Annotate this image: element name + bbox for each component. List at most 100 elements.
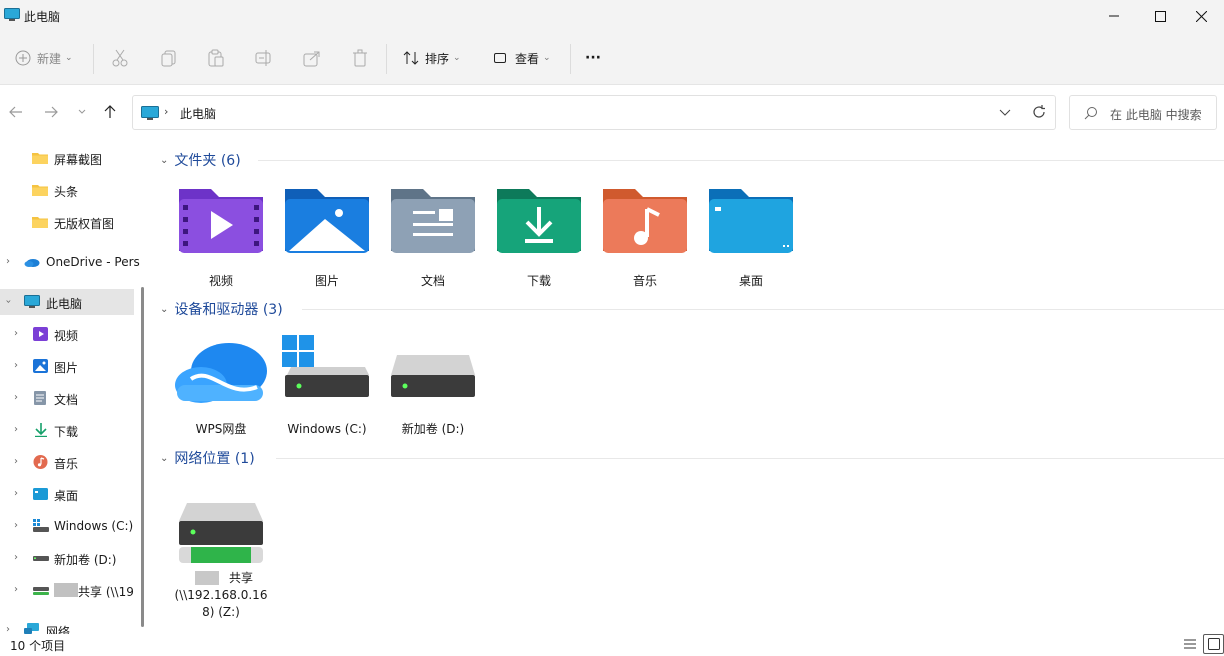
drive-tile-wps-cloud[interactable]: WPS网盘 xyxy=(171,335,271,439)
chevron-down-icon: ⌄ xyxy=(543,53,551,63)
share-button[interactable] xyxy=(303,46,321,70)
navigation-row: › 此电脑 在 此电脑 中搜索 xyxy=(0,85,1224,139)
plus-circle-icon xyxy=(15,50,31,66)
tile-label: WPS网盘 xyxy=(195,422,247,436)
chevron-right-icon[interactable]: › xyxy=(14,360,18,371)
forward-button[interactable] xyxy=(41,102,61,122)
chevron-right-icon[interactable]: › xyxy=(14,520,18,531)
network-icon xyxy=(24,623,39,634)
sidebar-item-free-images[interactable]: 无版权首图 xyxy=(0,209,134,235)
chevron-right-icon[interactable]: › xyxy=(14,488,18,499)
search-box[interactable]: 在 此电脑 中搜索 xyxy=(1069,95,1217,130)
arrow-right-icon xyxy=(45,106,58,118)
chevron-down-icon: ⌄ xyxy=(453,53,461,63)
section-header-drives[interactable]: ⌄ 设备和驱动器 (3) xyxy=(160,298,283,320)
more-options-button[interactable]: ··· xyxy=(585,46,601,70)
chevron-right-icon[interactable]: › xyxy=(14,424,18,435)
chevron-right-icon[interactable]: › xyxy=(14,584,18,595)
up-button[interactable] xyxy=(100,102,120,122)
cut-button[interactable] xyxy=(111,46,129,70)
sidebar-item-music[interactable]: › 音乐 xyxy=(0,449,134,475)
onedrive-cloud-icon xyxy=(24,259,40,267)
chevron-right-icon[interactable]: › xyxy=(14,392,18,403)
folder-tile-downloads[interactable]: 下载 xyxy=(489,185,589,295)
back-button[interactable] xyxy=(6,102,26,122)
windows-drive-icon xyxy=(33,519,49,532)
section-header-network[interactable]: ⌄ 网络位置 (1) xyxy=(160,447,255,469)
folder-icon xyxy=(32,153,48,164)
sidebar-item-network-share[interactable]: › 共享 (\\19 xyxy=(0,577,134,603)
network-drive-icon xyxy=(33,587,49,595)
drive-tile-windows-c[interactable]: Windows (C:) xyxy=(277,335,377,439)
address-history-chevron-icon[interactable] xyxy=(999,105,1011,119)
chevron-right-icon[interactable]: › xyxy=(14,328,18,339)
delete-button[interactable] xyxy=(351,46,369,70)
sidebar-item-pictures[interactable]: › 图片 xyxy=(0,353,134,379)
divider xyxy=(93,44,94,74)
tile-label: 图片 xyxy=(314,274,339,288)
content-pane: ⌄ 文件夹 (6) 视频 图片 文档 下载 音乐 桌面 ⌄ 设备和驱动器 (3)… xyxy=(150,139,1224,634)
folder-tile-pictures[interactable]: 图片 xyxy=(277,185,377,295)
folder-tile-videos[interactable]: 视频 xyxy=(171,185,271,295)
tile-label: 视频 xyxy=(208,274,233,288)
sidebar-item-label: 共享 (\\19 xyxy=(78,585,134,599)
minimize-button[interactable] xyxy=(1091,0,1137,32)
sort-button[interactable]: 排序 ⌄ xyxy=(403,46,461,70)
tile-label: Windows (C:) xyxy=(287,422,367,436)
sort-icon xyxy=(403,51,419,65)
maximize-button[interactable] xyxy=(1137,0,1183,32)
chevron-down-icon[interactable]: › xyxy=(3,300,14,304)
sidebar-item-drive-d[interactable]: › 新加卷 (D:) xyxy=(0,545,134,571)
copy-button[interactable] xyxy=(160,46,178,70)
video-folder-icon xyxy=(33,327,48,341)
search-placeholder: 在 此电脑 中搜索 xyxy=(1110,108,1202,122)
sidebar-item-downloads[interactable]: › 下载 xyxy=(0,417,134,443)
divider xyxy=(386,44,387,74)
details-view-icon[interactable] xyxy=(1183,637,1197,651)
download-arrow-icon xyxy=(35,423,47,437)
sidebar-item-toutiao[interactable]: 头条 xyxy=(0,177,134,203)
sidebar-item-screenshots[interactable]: 屏幕截图 xyxy=(0,145,134,171)
folder-tile-desktop[interactable]: 桌面 xyxy=(701,185,801,295)
chevron-right-icon[interactable]: › xyxy=(14,552,18,563)
close-button[interactable] xyxy=(1178,0,1224,32)
documents-folder-icon xyxy=(391,189,475,253)
rename-icon xyxy=(255,50,271,66)
sidebar-item-drive-c[interactable]: › Windows (C:) xyxy=(0,513,134,539)
tile-label-line2: (\\192.168.0.16 xyxy=(174,588,268,602)
sidebar-item-this-pc[interactable]: › 此电脑 xyxy=(0,289,134,315)
tile-label-line3: 8) (Z:) xyxy=(202,605,240,619)
sidebar-scrollbar[interactable] xyxy=(141,287,144,627)
sidebar-item-network[interactable]: › 网络 xyxy=(0,617,134,634)
drive-tile-d[interactable]: 新加卷 (D:) xyxy=(383,335,483,439)
section-header-folders[interactable]: ⌄ 文件夹 (6) xyxy=(160,149,241,171)
network-drive-tile-z[interactable]: 共享 (\\192.168.0.16 8) (Z:) xyxy=(171,499,271,623)
new-button[interactable]: 新建 ⌄ xyxy=(15,46,73,70)
paste-button[interactable] xyxy=(207,46,225,70)
sidebar-item-onedrive[interactable]: › OneDrive - Pers xyxy=(0,249,140,275)
sidebar-item-label: 下载 xyxy=(54,425,79,439)
close-icon xyxy=(1195,10,1207,22)
breadcrumb-this-pc[interactable]: 此电脑 xyxy=(180,105,216,122)
view-button[interactable]: 查看 ⌄ xyxy=(493,46,551,70)
sidebar-item-label: 头条 xyxy=(54,185,79,199)
chevron-right-icon[interactable]: › xyxy=(6,256,10,267)
address-bar[interactable]: › 此电脑 xyxy=(132,95,1056,130)
sidebar-item-documents[interactable]: › 文档 xyxy=(0,385,134,411)
folder-tile-documents[interactable]: 文档 xyxy=(383,185,483,295)
sidebar-item-videos[interactable]: › 视频 xyxy=(0,321,134,347)
sidebar-item-label: 新加卷 (D:) xyxy=(54,553,117,567)
window-title: 此电脑 xyxy=(24,10,61,24)
recent-locations-button[interactable] xyxy=(72,102,92,122)
rename-button[interactable] xyxy=(255,46,273,70)
sidebar-item-desktop[interactable]: › 桌面 xyxy=(0,481,134,507)
copy-icon xyxy=(161,50,176,67)
large-icons-view-button[interactable] xyxy=(1203,634,1224,654)
sidebar-item-label: 图片 xyxy=(54,361,79,375)
refresh-icon[interactable] xyxy=(1031,104,1047,120)
folder-tile-music[interactable]: 音乐 xyxy=(595,185,695,295)
sidebar-item-label: 此电脑 xyxy=(46,297,83,311)
chevron-right-icon[interactable]: › xyxy=(6,624,10,634)
chevron-right-icon[interactable]: › xyxy=(14,456,18,467)
search-icon xyxy=(1084,107,1097,120)
